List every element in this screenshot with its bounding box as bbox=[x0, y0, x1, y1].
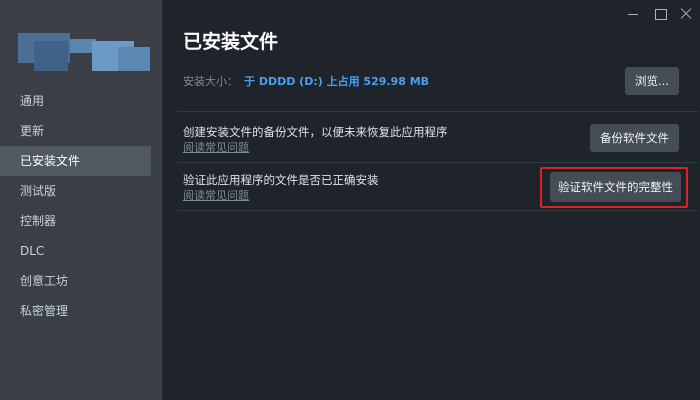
sidebar-item-workshop[interactable]: 创意工坊 bbox=[0, 266, 163, 296]
sidebar-item-dlc[interactable]: DLC bbox=[0, 236, 163, 266]
sidebar-nav: 通用 更新 已安装文件 测试版 控制器 DLC 创意工坊 私密管理 bbox=[0, 86, 163, 326]
install-size-row: 安装大小： 于 DDDD (D:) 上占用 529.98 MB bbox=[183, 73, 429, 89]
install-size-label: 安装大小： bbox=[183, 75, 238, 88]
verify-description: 验证此应用程序的文件是否已正确安装 bbox=[183, 173, 379, 187]
backup-button[interactable]: 备份软件文件 bbox=[590, 124, 679, 152]
sidebar-item-betas[interactable]: 测试版 bbox=[0, 176, 163, 206]
minimize-icon[interactable] bbox=[626, 6, 642, 22]
main-panel: 已安装文件 安装大小： 于 DDDD (D:) 上占用 529.98 MB 浏览.… bbox=[164, 0, 700, 400]
game-thumbnail-blurred bbox=[18, 33, 150, 71]
sidebar-item-privacy[interactable]: 私密管理 bbox=[0, 296, 163, 326]
sidebar-item-installed-files[interactable]: 已安装文件 bbox=[0, 146, 151, 176]
backup-faq-link[interactable]: 阅读常见问题 bbox=[183, 139, 249, 155]
sidebar-item-general[interactable]: 通用 bbox=[0, 86, 163, 116]
verify-integrity-button[interactable]: 验证软件文件的完整性 bbox=[550, 172, 681, 202]
maximize-icon[interactable] bbox=[653, 6, 669, 22]
sidebar-item-controller[interactable]: 控制器 bbox=[0, 206, 163, 236]
page-title: 已安装文件 bbox=[183, 31, 279, 53]
install-size-value: 于 DDDD (D:) 上占用 529.98 MB bbox=[244, 75, 430, 88]
divider bbox=[177, 162, 697, 163]
sidebar-item-updates[interactable]: 更新 bbox=[0, 116, 163, 146]
backup-description: 创建安装文件的备份文件，以便未来恢复此应用程序 bbox=[183, 125, 448, 139]
verify-faq-link[interactable]: 阅读常见问题 bbox=[183, 187, 249, 203]
browse-button[interactable]: 浏览... bbox=[625, 67, 679, 95]
sidebar: 通用 更新 已安装文件 测试版 控制器 DLC 创意工坊 私密管理 bbox=[0, 0, 163, 400]
close-icon[interactable] bbox=[678, 6, 694, 22]
properties-window: 通用 更新 已安装文件 测试版 控制器 DLC 创意工坊 私密管理 已安装文件 … bbox=[0, 0, 700, 400]
divider bbox=[177, 111, 697, 112]
divider bbox=[177, 210, 697, 211]
